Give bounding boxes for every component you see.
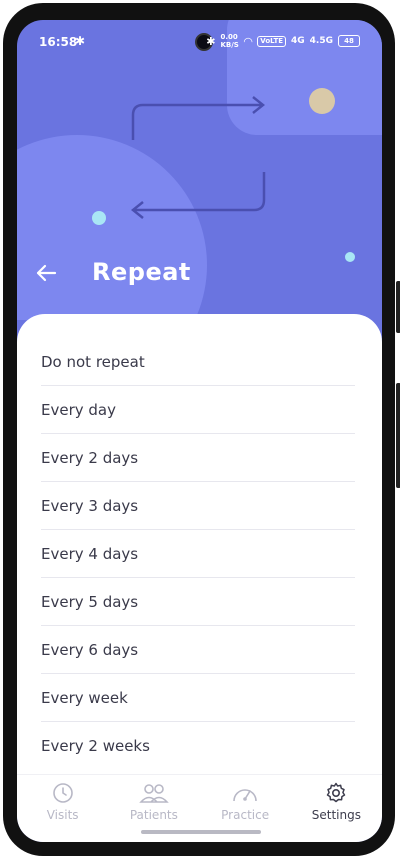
option-every-2-days[interactable]: Every 2 days [41,434,355,482]
status-time: 16:58 [39,35,78,49]
option-every-week[interactable]: Every week [41,674,355,722]
repeat-options-list: Do not repeat Every day Every 2 days Eve… [41,338,355,770]
page-title: Repeat [92,258,191,286]
status-indicators: ✱ 0.00 KB/S ◠ VoLTE 4G 4.5G 48 [206,33,360,49]
option-every-day[interactable]: Every day [41,386,355,434]
battery-icon: 48 [338,35,360,47]
bluetooth-icon: ✱ [206,34,216,48]
page-header: Repeat [17,252,382,308]
status-bar: 16:58 ✱ ✱ 0.00 KB/S ◠ VoLTE 4G 4.5G 48 [17,20,382,64]
repeat-options-sheet: Do not repeat Every day Every 2 days Eve… [17,314,382,774]
power-button [396,281,400,333]
sim2-signal: 4.5G [309,36,333,46]
tab-visits[interactable]: Visits [18,775,108,842]
tab-label: Visits [46,808,79,822]
tab-label: Practice [221,808,270,822]
option-every-4-days[interactable]: Every 4 days [41,530,355,578]
people-icon [139,784,169,803]
option-every-2-weeks[interactable]: Every 2 weeks [41,722,355,770]
bluetooth-icon: ✱ [75,34,86,48]
option-do-not-repeat[interactable]: Do not repeat [41,338,355,386]
tab-label: Patients [129,808,178,822]
phone-frame: 16:58 ✱ ✱ 0.00 KB/S ◠ VoLTE 4G 4.5G 48 R… [3,3,400,856]
wifi-icon: ◠ [243,34,253,48]
sim1-signal: 4G [291,36,305,46]
option-every-6-days[interactable]: Every 6 days [41,626,355,674]
home-indicator[interactable] [141,830,261,834]
gauge-icon [233,789,257,802]
option-every-3-days[interactable]: Every 3 days [41,482,355,530]
clock-icon [52,783,73,803]
option-every-5-days[interactable]: Every 5 days [41,578,355,626]
gear-icon [327,782,346,803]
network-unit: KB/S [220,41,239,49]
back-arrow-icon[interactable] [35,262,57,284]
network-speed: 0.00 [220,33,238,41]
volte-badge: VoLTE [257,35,286,47]
tab-settings[interactable]: Settings [291,775,381,842]
tab-label: Settings [311,808,361,822]
app-screen: 16:58 ✱ ✱ 0.00 KB/S ◠ VoLTE 4G 4.5G 48 R… [17,20,382,842]
volume-button [396,383,400,488]
